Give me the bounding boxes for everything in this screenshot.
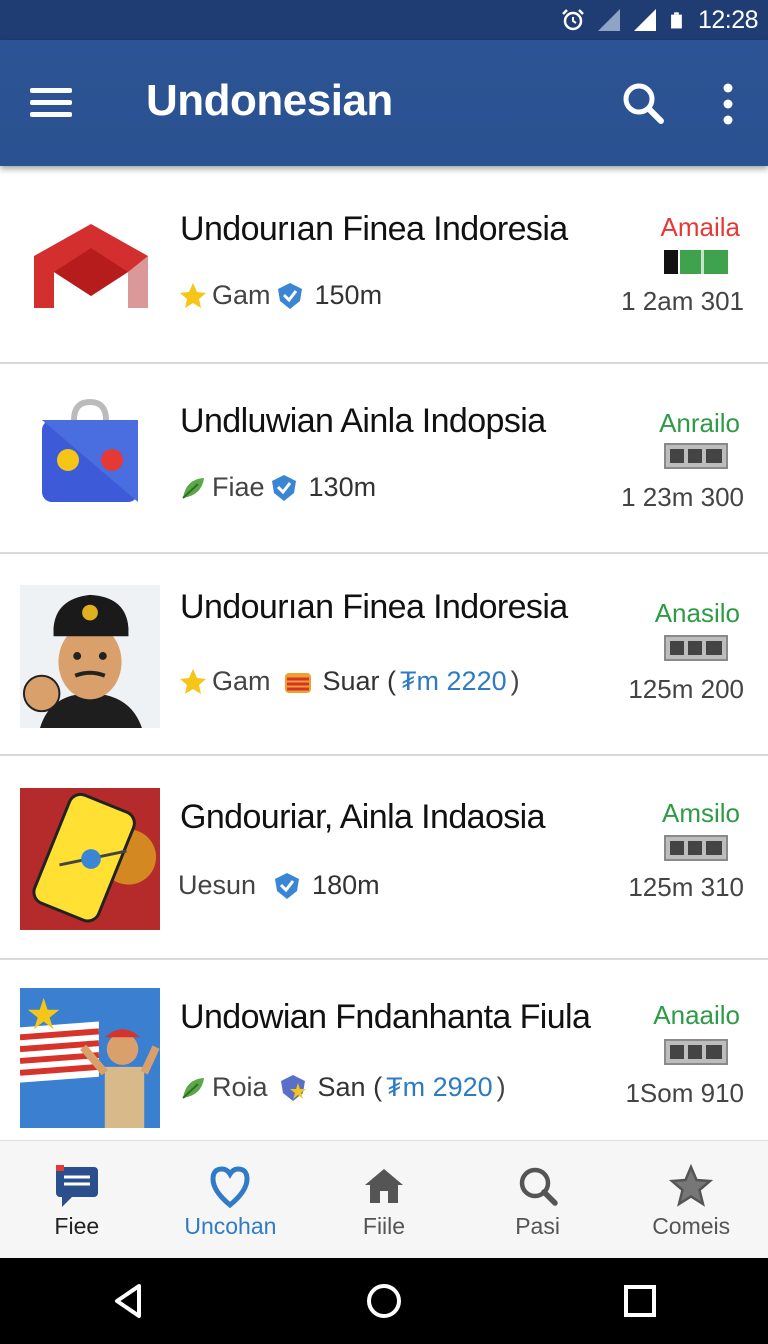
item-highlight: ₮m 2220 bbox=[400, 666, 507, 696]
item-status: Anasilo bbox=[654, 598, 740, 628]
item-close-paren: ) bbox=[496, 1072, 506, 1102]
item-status: Amsilo bbox=[661, 798, 740, 828]
item-close-paren: ) bbox=[510, 666, 520, 696]
verified-check-icon bbox=[275, 872, 300, 899]
flag-man-icon bbox=[20, 988, 160, 1128]
item-title: Undourıan Finea Indoresia bbox=[180, 210, 568, 248]
verified-star-icon bbox=[280, 1074, 306, 1101]
system-navigation-bar bbox=[0, 1258, 768, 1344]
nav-item-fiee[interactable]: Fiee bbox=[0, 1141, 154, 1258]
home-icon bbox=[364, 1169, 403, 1203]
star-outline-icon bbox=[669, 1163, 714, 1207]
nav-label: Fiile bbox=[362, 1213, 406, 1239]
progress-indicator bbox=[664, 1039, 728, 1065]
menu-line bbox=[30, 111, 72, 117]
cell-signal-icon bbox=[633, 9, 656, 31]
app-list: Undourıan Finea Indoresia Gam 150m Amail… bbox=[0, 166, 768, 1140]
search-icon bbox=[519, 1167, 558, 1206]
nav-item-comeis[interactable]: Comeis bbox=[614, 1141, 768, 1258]
leaf-icon bbox=[182, 477, 204, 499]
progress-indicator bbox=[664, 250, 728, 274]
search-icon[interactable] bbox=[616, 76, 672, 132]
item-category: Uesun bbox=[178, 870, 257, 900]
item-title: Undourıan Finea Indoresia bbox=[180, 588, 568, 626]
item-category: Gam bbox=[212, 666, 271, 696]
soldier-avatar-icon bbox=[20, 585, 160, 728]
item-status: Amaila bbox=[660, 212, 740, 242]
status-icons: 12:28 bbox=[560, 4, 759, 36]
item-title: Undluwian Ainla Indopsia bbox=[180, 402, 546, 440]
blue-bag-icon bbox=[42, 398, 138, 502]
item-sizes: 1Som 910 bbox=[625, 1078, 744, 1108]
menu-line bbox=[30, 87, 72, 93]
back-icon[interactable] bbox=[103, 1276, 153, 1326]
progress-indicator bbox=[664, 443, 728, 469]
item-title: Undowian Fndanhanta Fiula bbox=[180, 998, 591, 1036]
item-meta: Gam Suar (₮m 2220) bbox=[178, 666, 520, 697]
item-category: Gam bbox=[212, 280, 271, 310]
nav-label: Fiee bbox=[54, 1213, 100, 1239]
bottom-navigation: Fiee Uncohan Fiile Pasi Comeis bbox=[0, 1140, 768, 1258]
item-sizes: 125m 310 bbox=[628, 872, 744, 902]
item-count: Suar ( bbox=[322, 666, 397, 696]
item-category: Fiae bbox=[212, 472, 265, 502]
verified-check-icon bbox=[277, 282, 302, 309]
nav-item-fiile[interactable]: Fiile bbox=[307, 1141, 461, 1258]
item-meta: Roia San (₮m 2920) bbox=[178, 1072, 506, 1103]
status-time: 12:28 bbox=[697, 5, 759, 34]
nav-label: Comeis bbox=[652, 1213, 731, 1239]
item-count: 130m bbox=[308, 472, 377, 502]
item-sizes: 125m 200 bbox=[628, 674, 744, 704]
progress-indicator bbox=[664, 835, 728, 861]
chat-icon bbox=[55, 1165, 98, 1207]
red-envelope-icon bbox=[34, 224, 148, 308]
item-highlight: ₮m 2920 bbox=[386, 1072, 493, 1102]
nav-label: Pasi bbox=[515, 1213, 560, 1239]
item-meta: Gam 150m bbox=[178, 280, 382, 311]
nav-item-uncohan[interactable]: Uncohan bbox=[154, 1141, 308, 1258]
home-circle-icon[interactable] bbox=[359, 1276, 409, 1326]
list-item[interactable]: Undowian Fndanhanta Fiula Roia San (₮m 2… bbox=[0, 960, 768, 1140]
list-item[interactable]: Undluwian Ainla Indopsia Fiae 130m Anrai… bbox=[0, 364, 768, 554]
item-category: Roia bbox=[212, 1072, 268, 1102]
heart-location-icon bbox=[210, 1166, 250, 1209]
item-meta: Fiae 130m bbox=[178, 472, 376, 503]
status-bar: 12:28 bbox=[0, 0, 768, 40]
battery-icon bbox=[671, 12, 682, 29]
menu-line bbox=[30, 99, 72, 105]
menu-button[interactable] bbox=[30, 78, 86, 126]
list-item[interactable]: Undourıan Finea Indoresia Gam 150m Amail… bbox=[0, 166, 768, 364]
nav-label: Uncohan bbox=[184, 1213, 277, 1239]
item-meta: Uesun 180m bbox=[178, 870, 380, 901]
star-icon bbox=[180, 668, 206, 694]
more-vert-icon[interactable] bbox=[708, 76, 748, 132]
wifi-signal-icon bbox=[597, 9, 620, 31]
item-count: 180m bbox=[312, 870, 380, 900]
item-count: San ( bbox=[317, 1072, 383, 1102]
item-count: 150m bbox=[314, 280, 383, 310]
star-icon bbox=[180, 282, 206, 308]
recents-icon[interactable] bbox=[615, 1276, 665, 1326]
app-title: Undonesian bbox=[146, 76, 393, 125]
item-status: Anaailo bbox=[653, 1000, 740, 1030]
alarm-icon bbox=[562, 9, 584, 31]
app-bar: Undonesian bbox=[0, 40, 768, 166]
item-sizes: 1 2am 301 bbox=[621, 286, 744, 316]
flag-stripes-icon bbox=[284, 672, 311, 693]
progress-indicator bbox=[664, 635, 728, 661]
item-sizes: 1 23m 300 bbox=[621, 482, 744, 512]
list-item[interactable]: Undourıan Finea Indoresia Gam Suar (₮m 2… bbox=[0, 554, 768, 756]
nav-item-pasi[interactable]: Pasi bbox=[461, 1141, 615, 1258]
list-item[interactable]: Gndouriar, Ainla Indaosia Uesun 180m Ams… bbox=[0, 756, 768, 960]
leaf-icon bbox=[182, 1077, 204, 1099]
yellow-phone-icon bbox=[20, 788, 160, 930]
item-status: Anrailo bbox=[659, 408, 740, 438]
verified-check-icon bbox=[271, 474, 296, 501]
item-title: Gndouriar, Ainla Indaosia bbox=[180, 798, 546, 836]
